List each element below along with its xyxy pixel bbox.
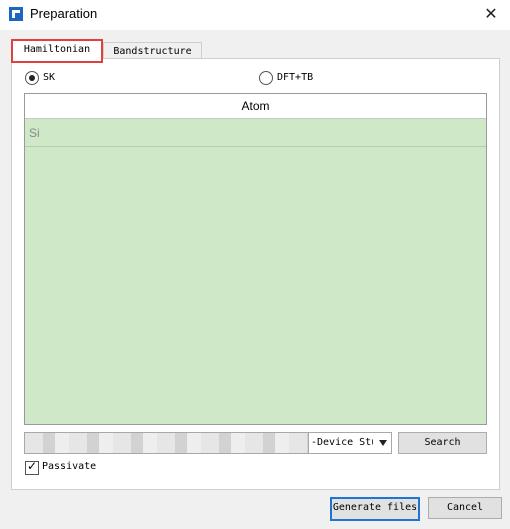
radio-sk-label: SK	[43, 72, 56, 83]
checkmark-icon: ✓	[27, 459, 38, 473]
passivate-checkbox[interactable]: ✓	[25, 459, 39, 475]
structure-path-field[interactable]	[24, 432, 310, 454]
cancel-button[interactable]: Cancel	[428, 497, 502, 519]
radio-dft-tb-label: DFT+TB	[277, 72, 314, 83]
atom-column-header[interactable]: Atom	[25, 94, 486, 119]
atom-table: Atom Si	[24, 93, 487, 425]
radio-circle	[25, 71, 39, 85]
search-button[interactable]: Search	[398, 432, 487, 454]
radio-dot	[29, 75, 35, 81]
passivate-label: Passivate	[42, 461, 97, 472]
table-row[interactable]: Si	[25, 119, 486, 147]
title-bar: Preparation ✕	[0, 0, 510, 30]
chevron-down-icon	[379, 440, 387, 446]
tab-hamiltonian[interactable]: Hamiltonian	[11, 39, 103, 63]
window-title: Preparation	[30, 6, 98, 21]
app-icon	[9, 7, 23, 21]
structure-combo-value: -Device Stu	[311, 437, 373, 448]
close-icon[interactable]: ✕	[480, 4, 502, 24]
radio-circle	[259, 71, 273, 85]
generate-files-button[interactable]: Generate files	[330, 497, 420, 521]
structure-combo[interactable]: -Device Stu	[308, 432, 392, 454]
